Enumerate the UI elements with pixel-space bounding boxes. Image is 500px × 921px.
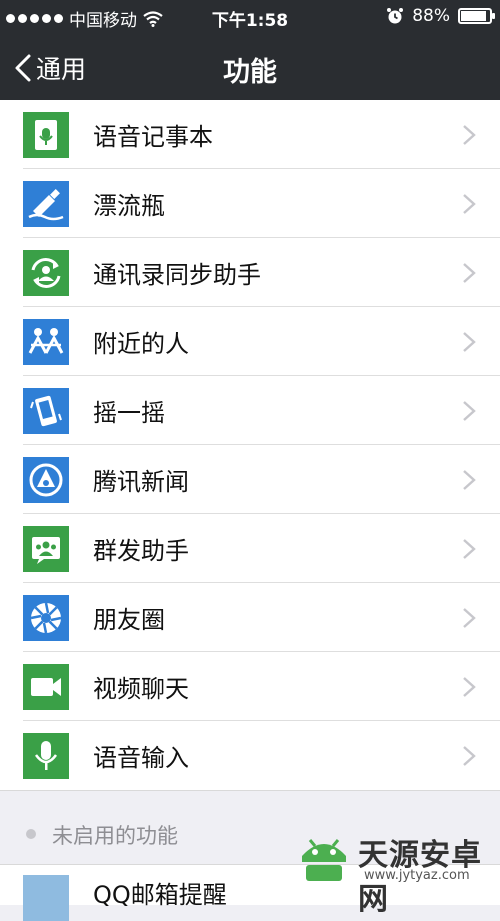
tencent-news-icon [23, 456, 69, 503]
battery-percent: 88% [412, 6, 450, 26]
alarm-icon [387, 8, 404, 24]
section-bullet-icon [26, 829, 36, 839]
contacts-sync-icon [23, 249, 69, 296]
feature-label: 语音记事本 [93, 123, 213, 151]
video-chat-icon [23, 663, 69, 710]
voice-notepad-icon [23, 111, 69, 158]
moments-icon [23, 594, 69, 641]
features-list: 语音记事本 漂流瓶 通讯录同步助手 附近的人 摇一摇 腾讯新闻 群发助手 朋友圈… [0, 100, 500, 791]
feature-people-nearby[interactable]: 附近的人 [0, 307, 500, 376]
feature-tencent-news[interactable]: 腾讯新闻 [0, 445, 500, 514]
chevron-right-icon [463, 193, 476, 214]
feature-voice-input[interactable]: 语音输入 [0, 721, 500, 790]
feature-drift-bottle[interactable]: 漂流瓶 [0, 169, 500, 238]
voice-input-icon [23, 732, 69, 779]
chevron-right-icon [463, 745, 476, 766]
drift-bottle-icon [23, 180, 69, 227]
page-title: 功能 [223, 57, 277, 88]
feature-label: 腾讯新闻 [93, 468, 189, 496]
feature-label: 语音输入 [93, 744, 189, 772]
android-logo-icon [302, 839, 346, 881]
people-nearby-icon [23, 318, 69, 365]
watermark: 天源安卓网 www.jytyaz.com [296, 828, 496, 917]
feature-label: 群发助手 [93, 537, 189, 565]
section-title: 未启用的功能 [52, 824, 178, 848]
qq-mail-icon [23, 875, 69, 921]
battery-icon [458, 8, 495, 24]
shake-icon [23, 387, 69, 434]
chevron-right-icon [463, 400, 476, 421]
feature-shake[interactable]: 摇一摇 [0, 376, 500, 445]
feature-contacts-sync[interactable]: 通讯录同步助手 [0, 238, 500, 307]
watermark-url: www.jytyaz.com [364, 868, 470, 883]
feature-voice-notepad[interactable]: 语音记事本 [0, 100, 500, 169]
chevron-right-icon [463, 124, 476, 145]
feature-moments[interactable]: 朋友圈 [0, 583, 500, 652]
chevron-right-icon [463, 607, 476, 628]
navigation-bar: 通用 功能 [0, 34, 500, 100]
feature-label: 通讯录同步助手 [93, 261, 261, 289]
broadcast-assistant-icon [23, 525, 69, 572]
status-right: 88% [386, 6, 495, 26]
feature-video-chat[interactable]: 视频聊天 [0, 652, 500, 721]
chevron-right-icon [463, 262, 476, 283]
feature-broadcast-assistant[interactable]: 群发助手 [0, 514, 500, 583]
chevron-right-icon [463, 331, 476, 352]
disabled-feature-label[interactable]: QQ邮箱提醒 [93, 875, 227, 910]
chevron-right-icon [463, 676, 476, 697]
feature-label: 摇一摇 [93, 399, 165, 427]
status-bar: 中国移动 下午1:58 88% [0, 0, 500, 34]
chevron-right-icon [463, 469, 476, 490]
feature-label: 视频聊天 [93, 675, 189, 703]
feature-label: 附近的人 [93, 330, 189, 358]
feature-label: 朋友圈 [93, 606, 165, 634]
feature-label: 漂流瓶 [93, 192, 165, 220]
chevron-right-icon [463, 538, 476, 559]
